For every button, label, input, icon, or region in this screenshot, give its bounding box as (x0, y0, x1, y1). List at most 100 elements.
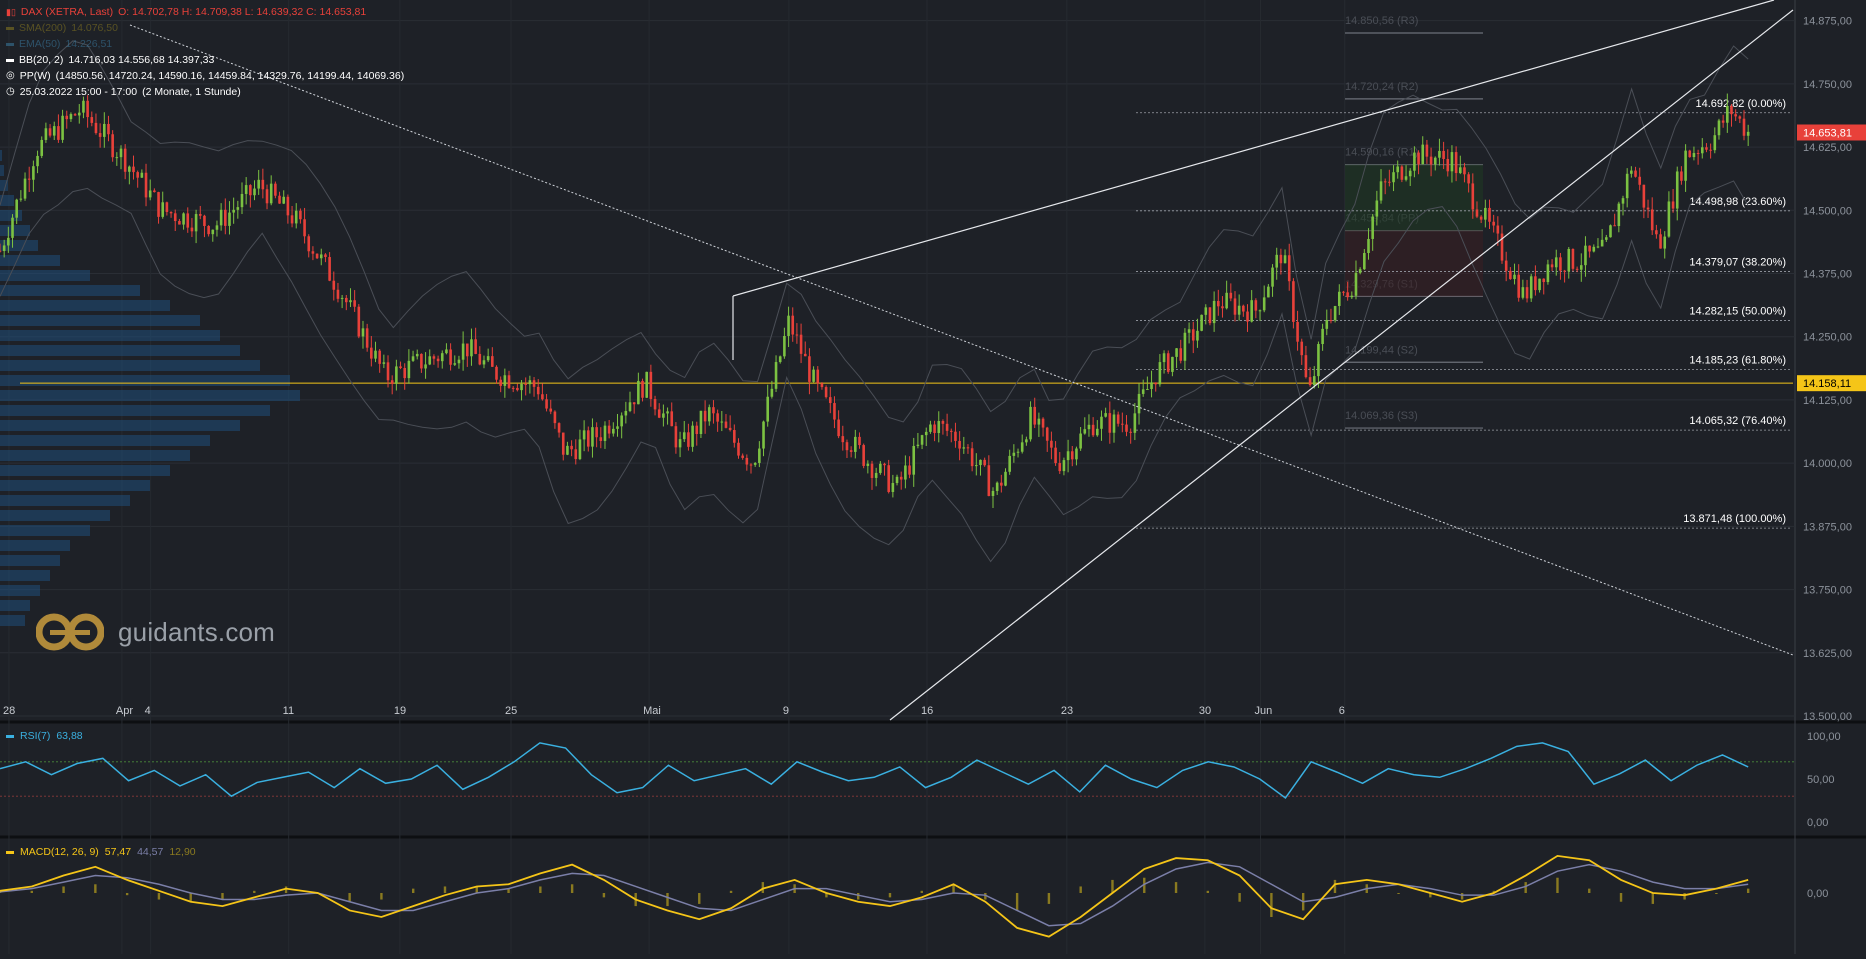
candle-body (1204, 307, 1208, 315)
candle-body (240, 193, 244, 208)
time-tick-label: 4 (145, 705, 151, 717)
candle-body (1321, 328, 1324, 345)
candle-body (1659, 234, 1662, 249)
candle-body (1187, 329, 1191, 333)
candle-body (1070, 451, 1074, 460)
candle-body (407, 360, 411, 379)
candle-body (795, 334, 799, 336)
candle-body (1571, 249, 1575, 269)
candle-body (1233, 298, 1237, 315)
candle-body (1342, 291, 1345, 293)
macd-histogram-bar (1651, 893, 1655, 904)
candle-body (812, 369, 815, 382)
candle-body (1354, 272, 1358, 296)
candle-body (1721, 120, 1725, 123)
candle-body (115, 157, 119, 159)
candle-body (257, 179, 260, 189)
guidants-logo-icon (35, 612, 105, 652)
candle-body (82, 100, 85, 113)
candle-body (1496, 225, 1500, 234)
sma-value: 14.076,50 (71, 22, 118, 34)
candle-body (837, 419, 840, 437)
candle-body (753, 462, 757, 465)
candle-body (1041, 418, 1045, 428)
volume-profile-bar (0, 330, 220, 341)
fib-level-label: 14.282,15 (50.00%) (1689, 305, 1786, 317)
candle-body (132, 166, 135, 173)
candle-body (169, 211, 173, 214)
trading-chart[interactable]: 14.875,00 14.750,00 14.625,00 14.500,00 14.3… (0, 0, 1866, 954)
macd-swatch-icon (6, 850, 14, 854)
candle-body (420, 353, 423, 369)
candle-body (286, 196, 290, 216)
candle-body (716, 413, 719, 422)
candle-body (866, 463, 870, 466)
candle-body (48, 128, 52, 136)
candle-body (311, 251, 315, 254)
candle-body (1166, 353, 1170, 372)
candle-body (1650, 209, 1654, 231)
fib-level-label: 14.498,98 (23.60%) (1689, 196, 1786, 208)
candle-body (987, 465, 991, 496)
candle-body (908, 465, 911, 475)
rsi-legend[interactable]: RSI(7) 63,88 (6, 730, 83, 742)
candle-body (958, 440, 961, 449)
macd-histogram-bar (1174, 882, 1178, 893)
legend-sma-row[interactable]: SMA(200) 14.076,50 (6, 20, 404, 36)
candle-body (1150, 382, 1153, 390)
legend-ema-row[interactable]: EMA(50) 14.226,51 (6, 36, 404, 52)
candle-body (791, 315, 795, 335)
candle-body (1158, 362, 1162, 385)
legend-bb-row[interactable]: BB(20, 2) 14.716,03 14.556,68 14.397,33 (6, 52, 404, 68)
price-tick-label: 14.625,00 (1803, 142, 1852, 154)
candle-body (1421, 144, 1425, 165)
pp-label: PP(W) (19, 70, 51, 82)
candle-body (1191, 329, 1195, 341)
candle-body (107, 123, 110, 135)
fib-level-label: 14.185,23 (61.80%) (1689, 354, 1786, 366)
candle-body (1083, 429, 1087, 434)
candle-body (720, 421, 724, 423)
candle-body (1429, 156, 1433, 165)
macd-histogram-bar (1683, 893, 1686, 900)
candle-body (1688, 150, 1692, 158)
candle-body (566, 445, 569, 455)
candle-body (1358, 269, 1362, 273)
candle-body (841, 436, 845, 443)
candles-icon: ▮▯ (6, 7, 16, 17)
candle-body (874, 472, 878, 478)
candle-body (215, 225, 219, 230)
candle-body (1383, 181, 1387, 183)
candle-body (1129, 431, 1132, 433)
legend-pp-row[interactable]: ◎ PP(W) (14850.56, 14720.24, 14590.16, 1… (6, 68, 404, 84)
candle-body (1171, 356, 1174, 372)
candle-body (1008, 455, 1011, 472)
candle-body (190, 227, 194, 232)
candle-body (1062, 460, 1066, 472)
rsi-tick-label: 0,00 (1807, 817, 1828, 829)
candle-body (1634, 170, 1637, 177)
candle-body (883, 463, 886, 466)
macd-histogram-bar (1588, 888, 1591, 893)
candle-body (424, 364, 427, 369)
candle-body (211, 229, 215, 235)
candle-body (278, 195, 281, 204)
volume-profile-bar (0, 240, 38, 251)
candle-body (1146, 389, 1149, 391)
macd-histogram-bar (539, 886, 542, 893)
macd-legend[interactable]: MACD(12, 26, 9) 57,47 44,57 12,90 (6, 846, 196, 858)
candle-body (803, 353, 807, 357)
candle-body (1404, 176, 1408, 180)
candle-body (1600, 239, 1604, 247)
legend-range-row[interactable]: ◷ 25.03.2022 15:00 - 17:00 (2 Monate, 1 … (6, 84, 404, 100)
candle-body (1408, 170, 1412, 177)
candle-body (699, 410, 703, 434)
chart-canvas[interactable]: 14.875,00 14.750,00 14.625,00 14.500,00 14.3… (0, 0, 1866, 954)
candle-body (962, 447, 966, 449)
range-value: (2 Monate, 1 Stunde) (142, 86, 241, 98)
candle-body (73, 114, 77, 116)
candle-body (1371, 216, 1374, 239)
candle-body (119, 148, 123, 158)
candle-body (357, 306, 361, 337)
candle-body (1216, 300, 1220, 307)
